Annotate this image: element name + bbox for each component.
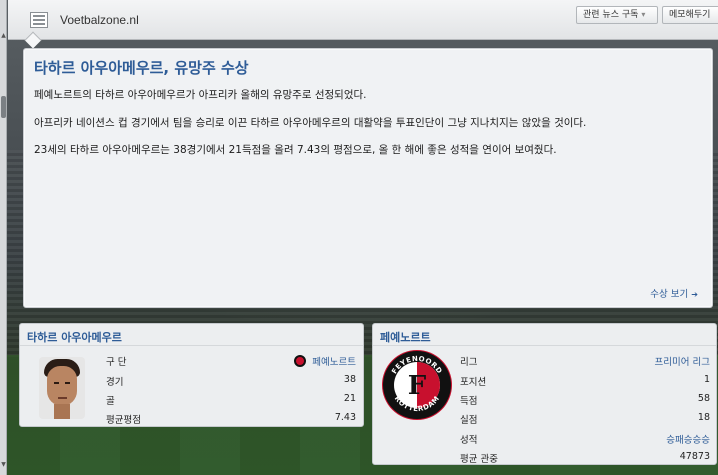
scroll-down-arrow-icon[interactable]: ▼ [0,461,7,469]
stat-label: 경기 [106,377,124,388]
article-paragraph: 아프리카 네이션스 컵 경기에서 팀을 승리로 이끈 타하르 아우아메우르의 대… [34,117,587,129]
stat-label: 리그 [460,357,478,368]
stat-value: 7.43 [334,412,356,423]
league-link[interactable]: 프리미어 리그 [655,354,710,368]
subscribe-label: 관련 뉴스 구독 [583,10,639,20]
club-stat-row: 포지션 1 [460,374,710,392]
stat-label: 평균 관중 [460,454,498,465]
news-header: Voetbalzone.nl 관련 뉴스 구독 ▾ 메모해두기 [8,0,718,40]
player-name-link[interactable]: 타하르 아우아메우르 [27,329,122,345]
club-badge-icon [294,355,307,367]
subscribe-related-news-button[interactable]: 관련 뉴스 구독 ▾ [576,6,658,24]
arrow-right-icon: ➔ [691,290,698,299]
club-stat-row: 득점 58 [460,393,710,411]
stat-value: 21 [343,393,356,404]
newspaper-icon [30,12,48,28]
crest-letter: F [408,371,427,401]
club-stat-row: 성적 승패승승승 [460,432,710,450]
player-info-card: 타하르 아우아메우르 구 단 페예노르트 경기 38 골 21 평균평점 7.4… [19,323,364,427]
news-article: 타하르 아우아메우르, 유망주 수상 페예노르트의 타하르 아우아메우르가 아프… [23,48,713,308]
stat-label: 평균평점 [106,415,141,426]
stat-label: 포지션 [460,377,487,388]
club-stat-row: 실점 18 [460,412,710,430]
player-stat-row: 평균평점 7.43 [106,412,356,430]
player-stat-row: 경기 38 [106,374,356,392]
stat-value: 58 [697,393,710,404]
article-paragraph: 페예노르트의 타하르 아우아메우르가 아프리카 올해의 유망주로 선정되었다. [34,89,367,101]
player-stat-row: 구 단 페예노르트 [106,354,356,372]
article-title: 타하르 아우아메우르, 유망주 수상 [34,59,249,77]
stat-value: 1 [703,374,710,385]
scroll-thumb[interactable] [1,96,6,118]
article-paragraph: 23세의 타하르 아우아메우르는 38경기에서 21득점을 올려 7.43의 평… [34,144,557,156]
club-crest-icon: F FEYENOORD ROTTERDAM [382,350,452,420]
remember-button[interactable]: 메모해두기 [662,6,718,24]
stat-value: 47873 [679,451,710,462]
view-award-label: 수상 보기 [650,289,689,300]
stat-label: 득점 [460,396,478,407]
club-info-card: 페예노르트 F FEYENOORD ROTTERDAM 리그 프리미어 리그 포… [372,323,717,465]
club-stat-row: 리그 프리미어 리그 [460,354,710,372]
club-name: 페예노르트 [312,357,356,368]
stat-value: 18 [697,412,710,423]
player-stat-row: 골 21 [106,393,356,411]
stat-label: 골 [106,396,115,407]
player-avatar [39,357,85,419]
club-link[interactable]: 페예노르트 [294,354,356,368]
club-stat-row: 평균 관중 47873 [460,451,710,469]
chevron-down-icon: ▾ [641,10,646,19]
club-card-header: 페예노르트 [373,324,716,346]
player-card-header: 타하르 아우아메우르 [20,324,363,346]
scroll-up-arrow-icon[interactable]: ▲ [0,32,7,40]
stat-label: 실점 [460,415,478,426]
view-award-link[interactable]: 수상 보기 ➔ [650,286,698,300]
vertical-scrollbar[interactable]: ▲ ▼ [0,0,7,475]
stat-label: 성적 [460,435,478,446]
form-value: 승패승승승 [666,435,710,446]
news-source: Voetbalzone.nl [60,13,139,27]
stat-value: 38 [343,374,356,385]
stat-label: 구 단 [106,357,127,368]
club-name-link[interactable]: 페예노르트 [380,329,431,345]
